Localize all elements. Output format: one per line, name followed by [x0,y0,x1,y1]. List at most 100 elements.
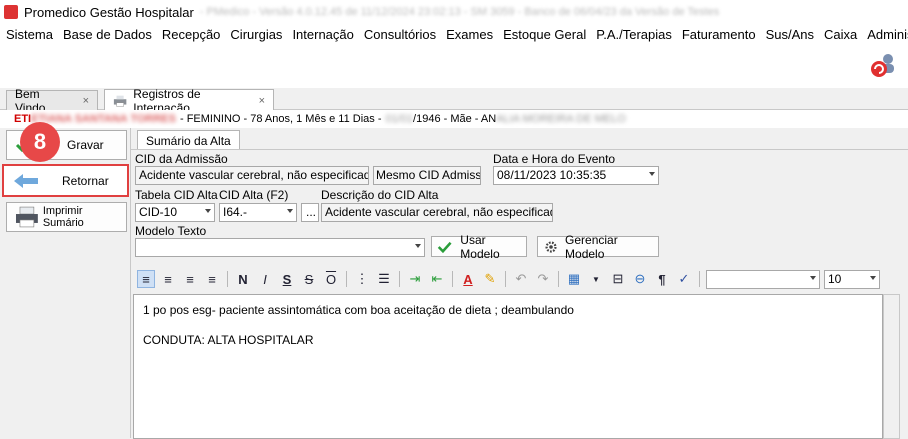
menu-estoque-geral[interactable]: Estoque Geral [498,27,591,42]
show-formatting-button[interactable]: ¶ [653,270,671,288]
patient-info: ETI ETIANA SANTANA TORRES - FEMININO - 7… [0,110,908,128]
app-icon [4,5,18,19]
data-hora-evento-value: 08/11/2023 10:35:35 [497,168,607,182]
refresh-users-icon[interactable] [868,50,898,80]
align-left-icon[interactable]: ≡ [137,270,155,288]
patient-name-blurred: ETIANA SANTANA TORRES [31,113,176,125]
chevron-down-icon [415,244,421,248]
align-right-icon[interactable]: ≡ [181,270,199,288]
chevron-down-icon [649,172,655,176]
menu-administracao[interactable]: Administração [862,27,908,42]
close-icon[interactable]: × [83,95,89,107]
arrow-left-icon [14,173,38,188]
chevron-down-icon [870,275,876,280]
app-title: Promedico Gestão Hospitalar [24,4,194,20]
menu-consultorios[interactable]: Consultórios [359,27,441,42]
insert-row-icon[interactable]: ⊟ [609,270,627,288]
bullet-list-icon[interactable]: ☰ [375,270,393,288]
font-color-icon[interactable]: A [459,270,477,288]
bold-button[interactable]: N [234,270,252,288]
menu-exames[interactable]: Exames [441,27,498,42]
step-badge: 8 [20,122,60,162]
mesmo-cid-admissao-button[interactable]: Mesmo CID Admissão [373,166,481,185]
menu-cirurgias[interactable]: Cirurgias [225,27,287,42]
modelo-texto-select[interactable] [135,238,425,257]
data-hora-evento-field[interactable]: 08/11/2023 10:35:35 [493,166,659,185]
menu-caixa[interactable]: Caixa [819,27,862,42]
usar-modelo-button[interactable]: Usar Modelo [431,233,527,261]
toolbar-separator [505,271,506,287]
tab-bem-vindo[interactable]: Bem Vindo. × [6,87,98,115]
align-justify-icon[interactable]: ≡ [203,270,221,288]
no-wrap-icon[interactable]: ⊖ [631,270,649,288]
retornar-label: Retornar [62,173,109,188]
overline-button[interactable]: O [322,270,340,288]
printer-icon [15,206,38,228]
patient-name-prefix: ETI [14,113,32,125]
close-icon[interactable]: × [259,95,265,107]
usar-modelo-label: Usar Modelo [460,232,500,261]
patient-details-2: /1946 - Mãe - AN [413,113,497,125]
menu-base-de-dados[interactable]: Base de Dados [58,27,157,42]
formatting-toolbar: ≡ ≡ ≡ ≡ N I S S O ⋮ ☰ ⇥ ⇤ A ✎ ↶ ↷ ▦ ▼ ⊟ [131,267,908,291]
toolbar-separator [699,271,700,287]
main-panel: Sumário da Alta CID da Admissão Acidente… [130,128,908,439]
tab-strip: Bem Vindo. × Registros de Internação × [0,87,908,115]
menu-bar: Sistema Base de Dados Recepção Cirurgias… [0,24,908,44]
menu-sus-ans[interactable]: Sus/Ans [761,27,819,42]
cid-alta-value: I64.- [223,205,248,219]
menu-sistema[interactable]: Sistema [0,27,58,42]
underline-button[interactable]: S [278,270,296,288]
top-area [0,44,908,88]
gear-icon [545,240,557,253]
title-bar: Promedico Gestão Hospitalar - PMedico - … [0,0,908,24]
menu-faturamento[interactable]: Faturamento [677,27,761,42]
table-icon[interactable]: ▦ [565,270,583,288]
printer-icon [113,95,127,107]
toolbar-separator [399,271,400,287]
descricao-cid-alta-label: Descrição do CID Alta [321,188,439,202]
chevron-down-icon[interactable]: ▼ [587,270,605,288]
outdent-icon[interactable]: ⇤ [428,270,446,288]
redo-icon[interactable]: ↷ [534,270,552,288]
menu-recepcao[interactable]: Recepção [157,27,226,42]
toolbar-separator [227,271,228,287]
patient-birthdate-blurred: 01/01 [385,113,414,125]
font-size-value: 10 [828,271,842,286]
undo-icon[interactable]: ↶ [512,270,530,288]
summary-text-editor[interactable]: 1 po pos esg- paciente assintomática com… [133,294,883,439]
indent-icon[interactable]: ⇥ [406,270,424,288]
cid-admissao-field[interactable]: Acidente vascular cerebral, não especifi… [135,166,369,185]
imprimir-label: Imprimir Sumário [42,205,84,229]
app-title-details: - PMedico - Versão 4.0.12.45 de 11/12/20… [199,6,720,18]
search-cid-button[interactable]: ... [301,203,319,222]
descricao-cid-alta-field[interactable]: Acidente vascular cerebral, não especifi… [321,203,553,222]
font-name-select[interactable] [706,269,820,289]
action-sidebar: Gravar Retornar Imprimir Sumário [0,128,130,438]
editor-scrollbar[interactable] [883,294,900,439]
strikethrough-button[interactable]: S [300,270,318,288]
font-size-select[interactable]: 10 [824,269,880,289]
gerenciar-modelo-button[interactable]: Gerenciar Modelo [537,233,659,261]
toolbar-separator [558,271,559,287]
align-center-icon[interactable]: ≡ [159,270,177,288]
tabela-cid-alta-select[interactable]: CID-10 [135,203,215,222]
gerenciar-modelo-label: Gerenciar Modelo [565,232,618,261]
highlight-icon[interactable]: ✎ [481,270,499,288]
tab-registros-internacao[interactable]: Registros de Internação × [104,87,274,115]
tabela-cid-alta-label: Tabela CID Alta [135,188,218,202]
sumario-alta-panel: CID da Admissão Acidente vascular cerebr… [131,149,908,439]
menu-pa-terapias[interactable]: P.A./Terapias [591,27,677,42]
chevron-down-icon [810,275,816,280]
italic-button[interactable]: I [256,270,274,288]
tabela-cid-alta-value: CID-10 [139,205,178,219]
spellcheck-icon[interactable]: ✓ [675,270,693,288]
menu-internacao[interactable]: Internação [287,27,358,42]
patient-details: - FEMININO - 78 Anos, 1 Mês e 11 Dias - [179,113,382,125]
imprimir-sumario-button[interactable]: Imprimir Sumário [6,202,127,232]
cid-alta-field[interactable]: I64.- [219,203,297,222]
editor-line [143,318,873,333]
retornar-button[interactable]: Retornar [2,164,129,197]
tab-sumario-alta[interactable]: Sumário da Alta [137,130,240,150]
numbered-list-icon[interactable]: ⋮ [353,270,371,288]
